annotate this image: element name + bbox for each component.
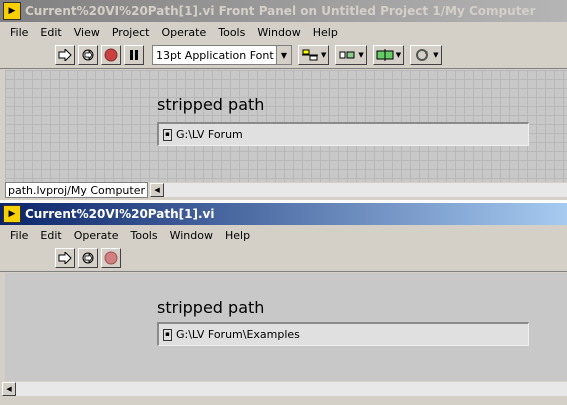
status-bar: ◀	[0, 381, 567, 397]
run-continuously-icon	[82, 49, 94, 61]
control-label: stripped path	[157, 298, 265, 317]
pause-button[interactable]	[124, 45, 144, 65]
run-continuously-button[interactable]	[78, 248, 98, 268]
path-value: G:\LV Forum	[176, 128, 243, 141]
path-browse-icon: ▪	[163, 128, 172, 141]
resize-objects-dropdown[interactable]: ▼	[372, 45, 405, 65]
stop-icon	[104, 48, 118, 62]
title-bar[interactable]: ▶ Current%20VI%20Path[1].vi Front Panel …	[0, 0, 567, 22]
front-panel[interactable]: stripped path ▪ G:\LV Forum\Examples	[5, 273, 567, 381]
abort-button[interactable]	[101, 45, 121, 65]
running-vi-window: ▶ Current%20VI%20Path[1].vi File Edit Op…	[0, 203, 567, 405]
status-bar: path.lvproj/My Computer ◀	[5, 182, 567, 198]
reorder-dropdown[interactable]: ▼	[410, 45, 442, 65]
toolbar	[0, 245, 567, 272]
run-arrow-icon	[58, 49, 72, 61]
path-value: G:\LV Forum\Examples	[176, 328, 300, 341]
project-context[interactable]: path.lvproj/My Computer	[5, 182, 149, 198]
menu-tools[interactable]: Tools	[125, 229, 164, 242]
abort-button[interactable]	[101, 248, 121, 268]
control-label: stripped path	[157, 95, 265, 114]
menu-help[interactable]: Help	[219, 229, 256, 242]
menu-bar: File Edit Operate Tools Window Help	[0, 225, 567, 245]
stop-icon	[104, 251, 118, 265]
resize-icon	[376, 49, 394, 61]
chevron-down-icon: ▼	[321, 51, 327, 59]
run-button[interactable]	[55, 45, 75, 65]
font-selector-value: 13pt Application Font	[156, 48, 274, 62]
menu-edit[interactable]: Edit	[34, 229, 67, 242]
reorder-icon	[416, 49, 429, 61]
front-panel-grid[interactable]: stripped path ▪ G:\LV Forum	[5, 70, 567, 182]
toolbar: 13pt Application Font ▼ ▼ ▼ ▼ ▼	[0, 42, 567, 69]
chevron-down-icon: ▼	[276, 46, 291, 64]
chevron-down-icon: ▼	[395, 51, 402, 59]
menu-file[interactable]: File	[4, 26, 34, 39]
scroll-left-icon[interactable]: ◀	[2, 382, 16, 396]
menu-view[interactable]: View	[68, 26, 106, 39]
menu-help[interactable]: Help	[307, 26, 344, 39]
chevron-down-icon: ▼	[358, 51, 364, 59]
title-bar[interactable]: ▶ Current%20VI%20Path[1].vi	[0, 203, 567, 225]
window-title: Current%20VI%20Path[1].vi Front Panel on…	[25, 4, 536, 18]
front-panel-window: ▶ Current%20VI%20Path[1].vi Front Panel …	[0, 0, 567, 200]
menu-bar: File Edit View Project Operate Tools Win…	[0, 22, 567, 42]
run-continuously-icon	[82, 252, 94, 264]
menu-window[interactable]: Window	[251, 26, 306, 39]
path-indicator[interactable]: ▪ G:\LV Forum	[157, 122, 529, 146]
menu-operate[interactable]: Operate	[155, 26, 212, 39]
menu-tools[interactable]: Tools	[212, 26, 251, 39]
labview-icon: ▶	[3, 205, 21, 223]
window-title: Current%20VI%20Path[1].vi	[25, 207, 215, 221]
chevron-down-icon: ▼	[433, 51, 439, 59]
distribute-icon	[339, 51, 355, 59]
horizontal-scrollbar[interactable]	[164, 183, 567, 197]
align-objects-dropdown[interactable]: ▼	[298, 45, 330, 65]
labview-icon: ▶	[3, 2, 21, 20]
path-indicator[interactable]: ▪ G:\LV Forum\Examples	[157, 322, 529, 346]
align-icon	[302, 49, 318, 61]
horizontal-scrollbar[interactable]	[16, 382, 567, 396]
menu-operate[interactable]: Operate	[68, 229, 125, 242]
scroll-left-icon[interactable]: ◀	[150, 183, 165, 197]
run-continuously-button[interactable]	[78, 45, 98, 65]
pause-icon	[130, 50, 138, 60]
menu-project[interactable]: Project	[106, 26, 156, 39]
run-button[interactable]	[55, 248, 75, 268]
distribute-objects-dropdown[interactable]: ▼	[335, 45, 367, 65]
menu-file[interactable]: File	[4, 229, 34, 242]
menu-window[interactable]: Window	[164, 229, 219, 242]
menu-edit[interactable]: Edit	[34, 26, 67, 39]
font-selector[interactable]: 13pt Application Font ▼	[152, 45, 292, 65]
run-arrow-icon	[58, 252, 72, 264]
path-browse-icon: ▪	[163, 328, 172, 341]
